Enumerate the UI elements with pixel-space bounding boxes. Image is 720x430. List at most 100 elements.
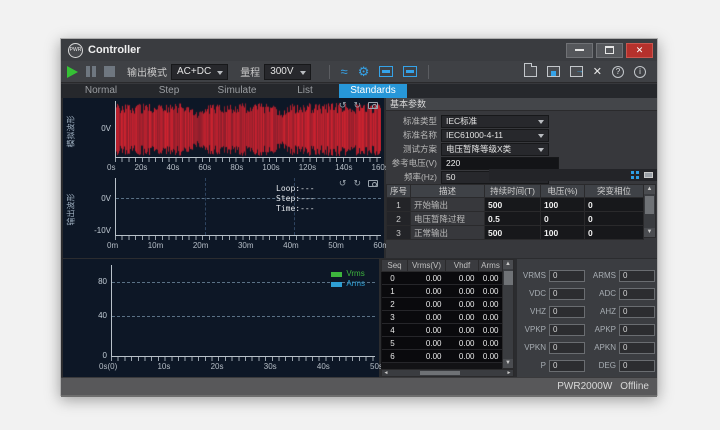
tools-wrench-icon[interactable]: ✕	[593, 65, 602, 78]
seq-row[interactable]: 10.000.000.00	[382, 285, 503, 298]
col-index[interactable]: 序号	[387, 185, 411, 198]
p-label: P	[519, 361, 549, 370]
snapshot-camera-icon[interactable]	[368, 102, 378, 109]
info-icon[interactable]: i	[634, 66, 646, 78]
standard-name-label: 标准名称	[386, 129, 441, 141]
output-mode-select[interactable]: AC+DC	[171, 64, 228, 80]
stop-button[interactable]	[104, 66, 115, 77]
chevron-down-icon	[538, 134, 544, 138]
close-icon: ✕	[636, 46, 644, 55]
minimize-icon	[575, 49, 584, 51]
page: PWR Controller ✕ 输出模式 AC+DC 量程 300V ≈ ⚙ …	[0, 0, 720, 430]
sequence-hscrollbar[interactable]: ◄ ►	[381, 369, 514, 377]
collapse-panel-icon[interactable]	[644, 172, 653, 178]
chart3-plot[interactable]: Vrms Arms	[111, 265, 375, 357]
output-waveform-chart: 输出波形 0V -10V Loop:--- Step:--- Time:--- …	[63, 174, 384, 258]
vpkn-value: 0	[549, 342, 585, 354]
adc-value: 0	[619, 288, 655, 300]
col-duration[interactable]: 持续时间(T)	[485, 185, 541, 198]
panel-view-icon[interactable]	[403, 66, 417, 77]
pause-button[interactable]	[86, 66, 96, 77]
settings-gear-icon[interactable]: ⚙	[358, 65, 370, 78]
rms-trend-chart: 80 40 0 Vrms Arms 0s(0)10s20s30s40s50s	[63, 259, 379, 377]
vpkp-value: 0	[549, 324, 585, 336]
field-test-scheme: 测试方案 电压暂降等级X类	[386, 142, 549, 156]
chart2-xlabels: 0m10m20m30m40m50m60m	[107, 241, 389, 250]
reference-voltage-label: 参考电压(V)	[386, 157, 441, 169]
standard-name-select[interactable]: IEC61000-4-11	[441, 129, 549, 142]
scroll-down-icon[interactable]: ▼	[503, 359, 513, 368]
device-model: PWR2000W	[557, 381, 612, 392]
tab-list[interactable]: List	[271, 84, 339, 98]
vhz-label: VHZ	[519, 307, 549, 316]
vrms-legend-label: Vrms	[346, 269, 364, 279]
scroll-up-icon[interactable]: ▲	[503, 260, 513, 269]
maximize-button[interactable]	[596, 43, 623, 58]
steps-table: 序号 描述 持续时间(T) 电压(%) 突变相位 1 开始输出 500 100 …	[386, 184, 644, 240]
standard-type-select[interactable]: IEC标准	[441, 115, 549, 128]
maximize-icon	[605, 46, 614, 54]
chart1-ytick-0v: 0V	[81, 124, 111, 133]
play-button[interactable]	[67, 66, 78, 78]
device-monitor-icon[interactable]	[379, 66, 393, 77]
separator	[329, 65, 330, 79]
vdc-label: VDC	[519, 289, 549, 298]
waveform-icon[interactable]: ≈	[341, 65, 348, 78]
seq-row[interactable]: 40.000.000.00	[382, 324, 503, 337]
zoom-redo-icon[interactable]: ↻	[353, 100, 361, 111]
col-phase[interactable]: 突变相位	[585, 185, 644, 198]
reference-voltage-input[interactable]: 220	[441, 157, 559, 170]
scrollbar-thumb[interactable]	[645, 196, 654, 214]
waveform-charts: 模拟波形 0V ↺ ↻ 0s20s40s60s80s100s120s140s16…	[63, 98, 384, 258]
seq-row[interactable]: 50.000.000.00	[382, 337, 503, 350]
range-select[interactable]: 300V	[264, 64, 310, 80]
table-row[interactable]: 1 开始输出 500 100 0	[387, 198, 644, 212]
scroll-left-icon[interactable]: ◄	[382, 370, 390, 376]
tab-step[interactable]: Step	[135, 84, 203, 98]
seq-row[interactable]: 30.000.000.00	[382, 311, 503, 324]
scrollbar-thumb[interactable]	[504, 271, 513, 285]
zoom-reset-icon[interactable]: ↺	[339, 100, 347, 111]
main-content: 模拟波形 0V ↺ ↻ 0s20s40s60s80s100s120s140s16…	[61, 98, 657, 377]
table-row[interactable]: 2 电压暂降过程 0.5 0 0	[387, 212, 644, 226]
scroll-down-icon[interactable]: ▼	[644, 228, 655, 237]
minimize-button[interactable]	[566, 43, 593, 58]
title-bar[interactable]: PWR Controller ✕	[61, 39, 657, 61]
tab-standards[interactable]: Standards	[339, 84, 407, 98]
open-file-icon[interactable]	[524, 66, 537, 77]
separator	[428, 65, 429, 79]
col-description[interactable]: 描述	[411, 185, 485, 198]
apkp-value: 0	[619, 324, 655, 336]
col-seq[interactable]: Seq	[382, 260, 408, 272]
table-row[interactable]: 3 正常输出 500 100 0	[387, 226, 644, 240]
col-vhdf[interactable]: Vhdf	[446, 260, 479, 272]
col-voltage[interactable]: 电压(%)	[541, 185, 585, 198]
adc-label: ADC	[589, 289, 619, 298]
snapshot-camera-icon[interactable]	[368, 180, 378, 187]
table-toolbar	[489, 169, 657, 181]
seq-row[interactable]: 00.000.000.00	[382, 272, 503, 285]
scrollbar-thumb[interactable]	[420, 371, 460, 375]
close-button[interactable]: ✕	[626, 43, 653, 58]
col-arms[interactable]: Arms	[479, 260, 503, 272]
steps-table-scrollbar[interactable]: ▲ ▼	[643, 184, 656, 238]
seq-row[interactable]: 60.000.000.00	[382, 350, 503, 363]
test-scheme-select[interactable]: 电压暂降等级X类	[441, 143, 549, 156]
export-file-icon[interactable]	[570, 66, 583, 77]
zoom-redo-icon[interactable]: ↻	[353, 178, 361, 189]
vpkn-label: VPKN	[519, 343, 549, 352]
help-icon[interactable]: ?	[612, 66, 624, 78]
save-file-icon[interactable]	[547, 66, 560, 77]
basic-parameters-panel: 基本参数 标准类型 IEC标准 标准名称 IEC61000-4-11 测试方案 …	[386, 98, 657, 258]
expand-grid-icon[interactable]	[631, 171, 639, 179]
scroll-right-icon[interactable]: ►	[505, 370, 513, 376]
sequence-vscrollbar[interactable]: ▲ ▼	[502, 259, 514, 369]
col-vrms[interactable]: Vrms(V)	[408, 260, 446, 272]
zoom-reset-icon[interactable]: ↺	[339, 178, 347, 189]
field-standard-type: 标准类型 IEC标准	[386, 114, 549, 128]
scroll-up-icon[interactable]: ▲	[644, 185, 655, 194]
measurements-panel: VRMS0 ARMS0 VDC0 ADC0 VHZ0 AHZ0 VPKP0 AP…	[517, 259, 657, 377]
tab-simulate[interactable]: Simulate	[203, 84, 271, 98]
tab-normal[interactable]: Normal	[67, 84, 135, 98]
seq-row[interactable]: 20.000.000.00	[382, 298, 503, 311]
